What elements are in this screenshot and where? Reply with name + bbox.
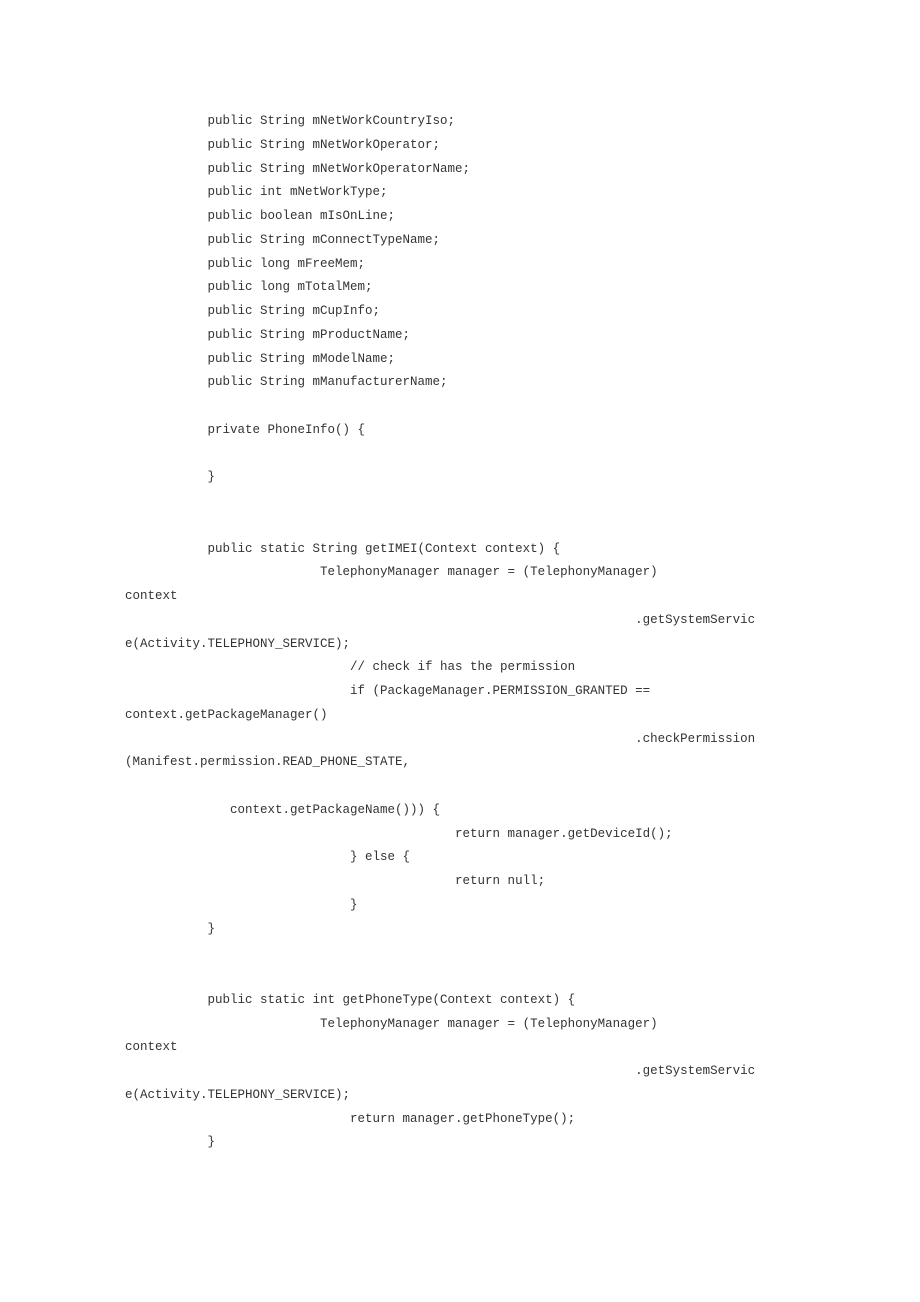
code-block: public String mNetWorkCountryIso; public… (125, 114, 755, 1149)
code-document: public String mNetWorkCountryIso; public… (0, 0, 920, 1215)
